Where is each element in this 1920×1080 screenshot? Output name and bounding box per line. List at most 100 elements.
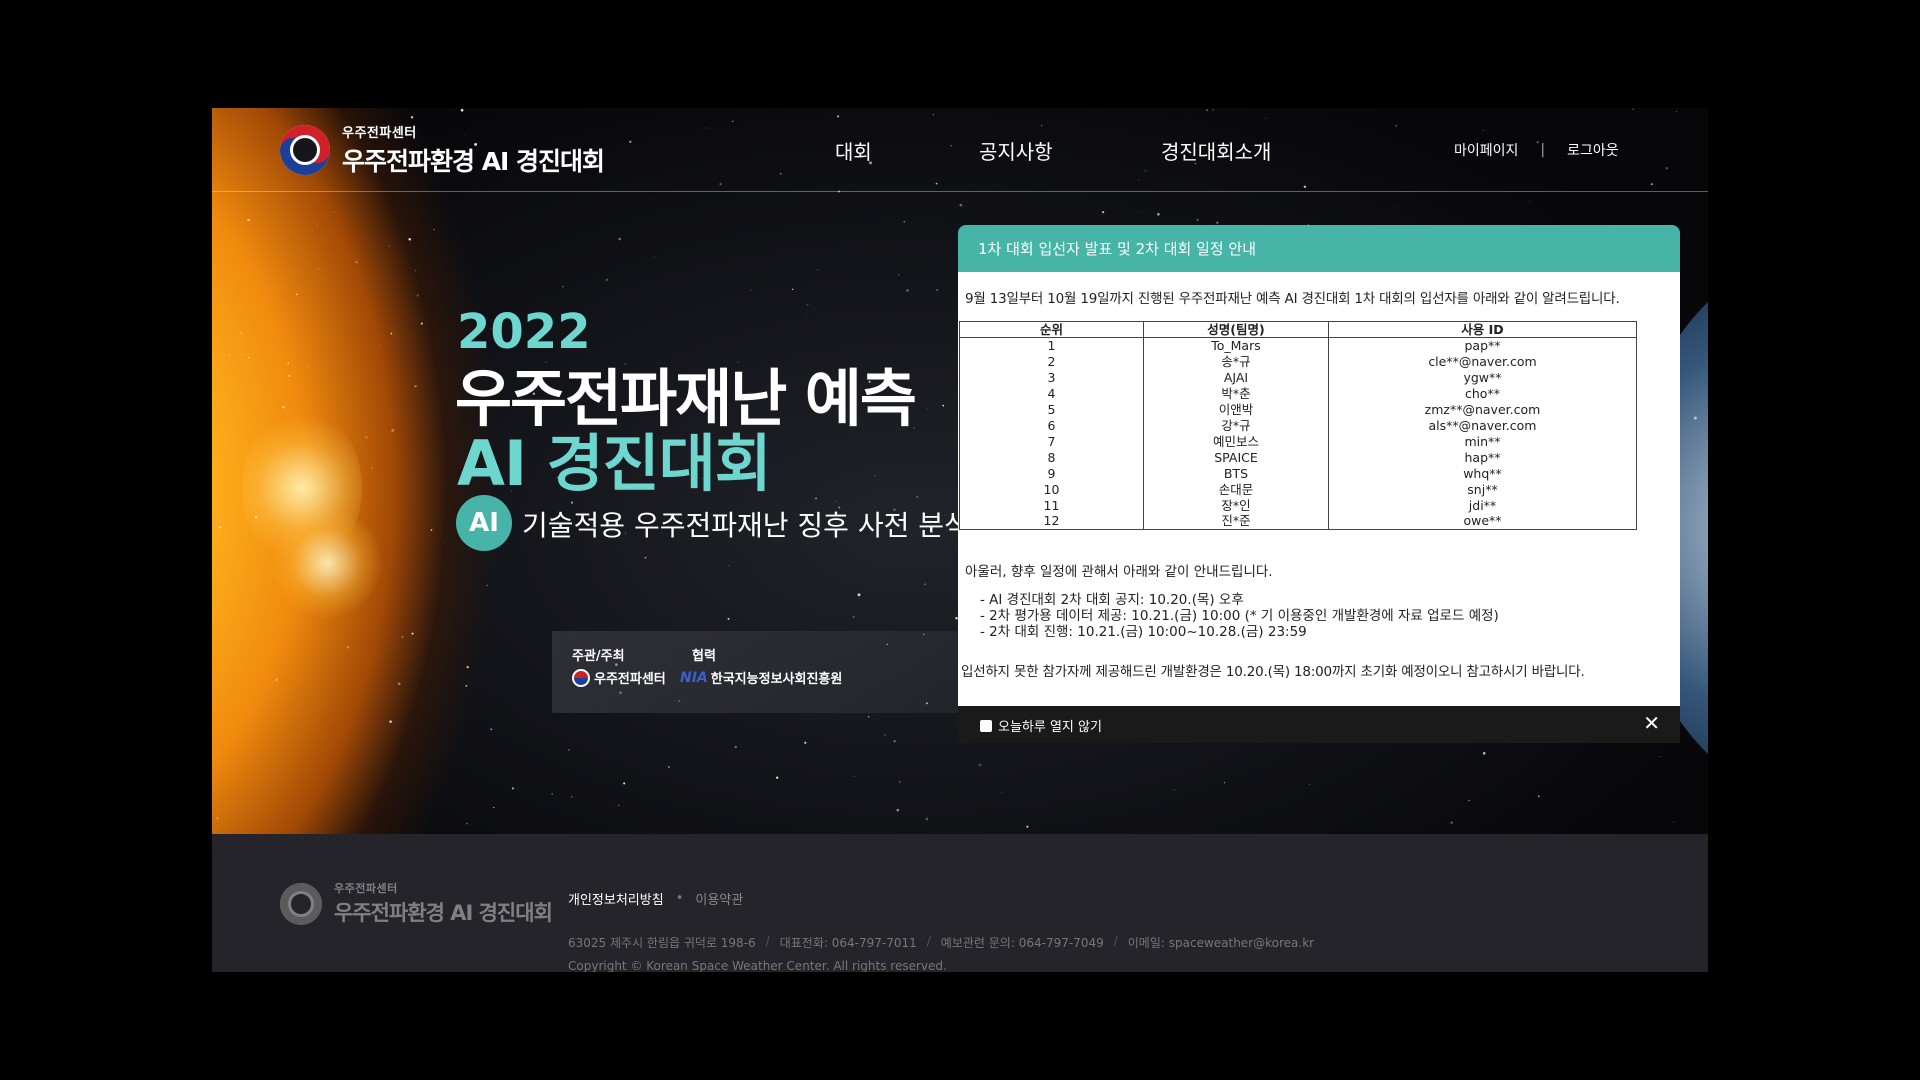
footer-links: 개인정보처리방침 • 이용약관 (568, 889, 743, 908)
footer-email: 이메일: spaceweather@korea.kr (1127, 936, 1315, 950)
host-org: 우주전파센터 (572, 668, 666, 687)
organizer-box: 주관/주최 협력 우주전파센터 NIA 한국지능정보사회진흥원 (552, 631, 972, 713)
notice-popup: 1차 대회 입선자 발표 및 2차 대회 일정 안내 9월 13일부터 10월 … (958, 225, 1680, 743)
ai-badge-icon: AI (456, 495, 512, 551)
partner-org: NIA 한국지능정보사회진흥원 (680, 668, 843, 688)
user-menu: 마이페이지 | 로그아웃 (1454, 140, 1619, 160)
cell-user-id: owe** (1328, 513, 1637, 530)
popup-footer: 오늘하루 열지 않기 ✕ (958, 706, 1680, 743)
popup-followup: 아울러, 향후 일정에 관해서 아래와 같이 안내드립니다. (965, 564, 1273, 580)
logo-title: 우주전파환경 AI 경진대회 (342, 147, 605, 176)
cell-user-id: hap** (1328, 449, 1637, 466)
cell-rank: 6 (959, 417, 1144, 434)
cell-rank: 4 (959, 385, 1144, 402)
cell-name: BTS (1143, 465, 1329, 482)
table-row: 4 박*춘 cho** (959, 385, 1637, 402)
checkbox-icon[interactable] (980, 719, 992, 732)
cell-name: 박*춘 (1143, 385, 1329, 402)
footer-slash: / (765, 934, 770, 948)
privacy-policy-link[interactable]: 개인정보처리방침 (568, 889, 664, 908)
col-user-id: 사용 ID (1328, 321, 1637, 338)
close-icon[interactable]: ✕ (1643, 713, 1660, 733)
hero-tagline: 기술적용 우주전파재난 징후 사전 분석 ( (522, 509, 990, 542)
footer-logo: 우주전파센터 우주전파환경 AI 경진대회 (280, 880, 553, 927)
cell-name: 강*규 (1143, 417, 1329, 434)
cell-user-id: snj** (1328, 481, 1637, 498)
winners-table: 순위 성명(팀명) 사용 ID 1 To_Mars pap** 2 송*규 cle**@n… (959, 321, 1637, 530)
cell-name: 손대문 (1143, 481, 1329, 498)
cell-name: 예민보스 (1143, 433, 1329, 450)
col-rank: 순위 (959, 321, 1144, 338)
table-row: 2 송*규 cle**@naver.com (959, 353, 1637, 370)
cell-name: 장*인 (1143, 497, 1329, 514)
popup-title: 1차 대회 입선자 발표 및 2차 대회 일정 안내 (978, 240, 1257, 258)
terms-link[interactable]: 이용약관 (695, 889, 743, 908)
table-row: 1 To_Mars pap** (959, 337, 1637, 354)
table-row: 5 이앤박 zmz**@naver.com (959, 401, 1637, 418)
cell-rank: 9 (959, 465, 1144, 482)
footer-phone: 대표전화: 064-797-7011 (779, 936, 917, 950)
footer-logo-org: 우주전파센터 (334, 882, 398, 895)
nav-about[interactable]: 경진대회소개 (1161, 136, 1271, 165)
cell-name: 진*준 (1143, 513, 1329, 530)
host-label: 주관/주최 (572, 649, 625, 664)
taegeuk-emblem-icon (280, 882, 322, 925)
cell-rank: 7 (959, 433, 1144, 450)
cell-rank: 3 (959, 369, 1144, 386)
table-row: 10 손대문 snj** (959, 481, 1637, 498)
website-frame: 우주전파센터 우주전파환경 AI 경진대회 대회 공지사항 경진대회소개 마이페… (212, 108, 1708, 972)
host-name: 우주전파센터 (594, 672, 666, 687)
schedule-item: - 2차 평가용 데이터 제공: 10.21.(금) 10:00 (* 기 이용… (980, 608, 1499, 624)
partner-name: 한국지능정보사회진흥원 (710, 672, 843, 687)
footer-dot: • (675, 891, 684, 906)
cell-rank: 11 (959, 497, 1144, 514)
cell-user-id: pap** (1328, 337, 1637, 354)
table-row: 7 예민보스 min** (959, 433, 1637, 450)
cell-rank: 12 (959, 513, 1144, 530)
table-row: 9 BTS whq** (959, 465, 1637, 482)
taegeuk-emblem-icon (280, 125, 330, 175)
cell-user-id: min** (1328, 433, 1637, 450)
footer-contact-info: 63025 제주시 한림읍 귀덕로 198-6 / 대표전화: 064-797-… (568, 934, 1314, 951)
taegeuk-mini-icon (572, 668, 590, 687)
mypage-link[interactable]: 마이페이지 (1454, 140, 1518, 160)
table-row: 8 SPAICE hap** (959, 449, 1637, 466)
cell-rank: 10 (959, 481, 1144, 498)
nia-logo-icon: NIA (680, 669, 708, 686)
table-row: 11 장*인 jdi** (959, 497, 1637, 514)
cell-name: SPAICE (1143, 449, 1329, 466)
dismiss-today-checkbox[interactable]: 오늘하루 열지 않기 (980, 716, 1102, 735)
footer-forecast-phone: 예보관련 문의: 064-797-7049 (940, 936, 1104, 950)
popup-header: 1차 대회 입선자 발표 및 2차 대회 일정 안내 (958, 225, 1680, 272)
cell-user-id: zmz**@naver.com (1328, 401, 1637, 418)
cell-user-id: ygw** (1328, 369, 1637, 386)
schedule-list: - AI 경진대회 2차 대회 공지: 10.20.(목) 오후 - 2차 평가… (980, 592, 1499, 640)
hero-subtitle: AI 경진대회 (457, 427, 772, 500)
logout-link[interactable]: 로그아웃 (1567, 140, 1619, 160)
table-row: 6 강*규 als**@naver.com (959, 417, 1637, 434)
popup-body: 9월 13일부터 10월 19일까지 진행된 우주전파재난 예측 AI 경진대회… (958, 272, 1680, 706)
cell-name: 송*규 (1143, 353, 1329, 370)
schedule-item: - 2차 대회 진행: 10.21.(금) 10:00~10.28.(금) 23… (980, 624, 1307, 640)
cell-rank: 8 (959, 449, 1144, 466)
menu-separator: | (1540, 142, 1546, 158)
cell-user-id: cho** (1328, 385, 1637, 402)
cell-user-id: whq** (1328, 465, 1637, 482)
site-logo[interactable]: 우주전파센터 우주전파환경 AI 경진대회 (280, 122, 605, 178)
nav-contest[interactable]: 대회 (835, 136, 872, 165)
cell-name: To_Mars (1143, 337, 1329, 354)
cell-name: AJAI (1143, 369, 1329, 386)
cell-name: 이앤박 (1143, 401, 1329, 418)
footer-slash: / (1113, 934, 1118, 948)
footer-slash: / (926, 934, 931, 948)
copyright: Copyright © Korean Space Weather Center.… (568, 959, 947, 972)
table-row: 3 AJAI ygw** (959, 369, 1637, 386)
logo-org-name: 우주전파센터 (342, 126, 417, 141)
table-header-row: 순위 성명(팀명) 사용 ID (959, 321, 1637, 338)
nav-notices[interactable]: 공지사항 (979, 136, 1053, 165)
site-footer: 우주전파센터 우주전파환경 AI 경진대회 개인정보처리방침 • 이용약관 63… (212, 834, 1708, 972)
cell-user-id: cle**@naver.com (1328, 353, 1637, 370)
table-row: 12 진*준 owe** (959, 513, 1637, 530)
footer-address: 63025 제주시 한림읍 귀덕로 198-6 (568, 936, 756, 950)
col-name: 성명(팀명) (1143, 321, 1329, 338)
